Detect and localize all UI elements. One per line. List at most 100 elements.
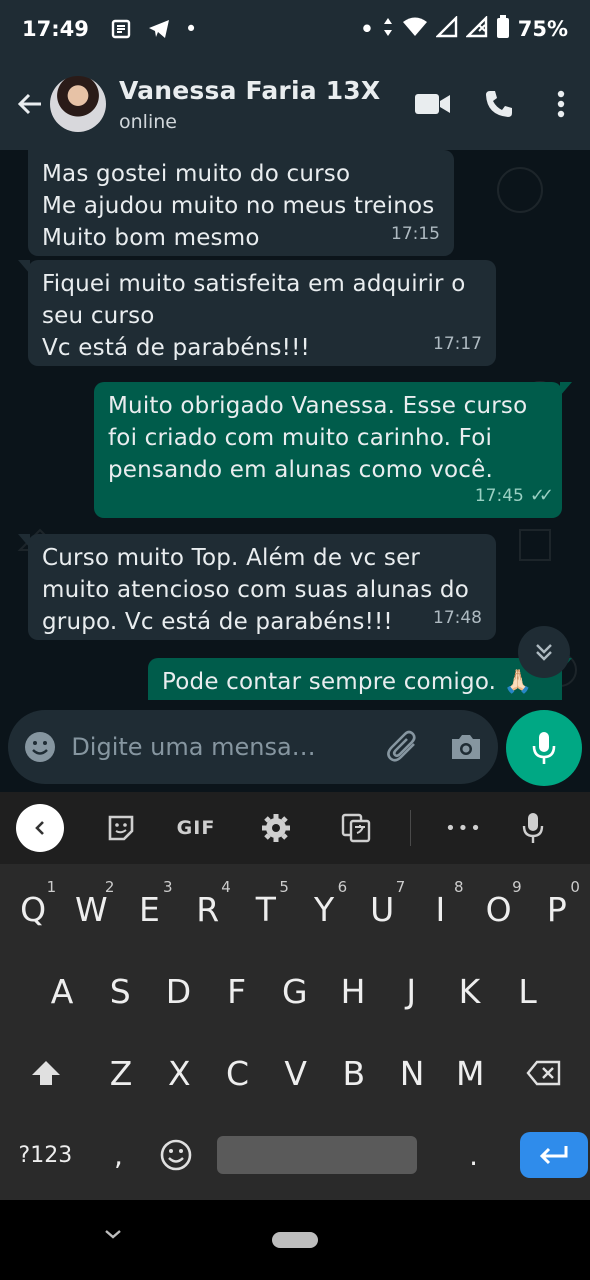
- emoji-key[interactable]: [146, 1138, 205, 1172]
- emoji-icon: [24, 732, 55, 762]
- period-key[interactable]: .: [428, 1139, 519, 1172]
- home-pill[interactable]: [272, 1232, 318, 1248]
- translate-button[interactable]: [316, 792, 396, 864]
- more-options-button[interactable]: •••: [425, 792, 503, 864]
- sticker-button[interactable]: [86, 792, 156, 864]
- message-text: Curso muito Top. Além de vc ser muito at…: [42, 545, 469, 635]
- voice-typing-button[interactable]: [503, 792, 563, 864]
- message-bubble-incoming[interactable]: Curso muito Top. Além de vc ser muito at…: [18, 534, 496, 640]
- key-p[interactable]: 0P: [528, 874, 586, 944]
- key-c[interactable]: C: [208, 1038, 266, 1108]
- back-button[interactable]: [6, 80, 54, 128]
- enter-key[interactable]: [519, 1132, 590, 1178]
- keyboard-toolbar: GIF •••: [0, 792, 590, 864]
- key-e[interactable]: 3E: [120, 874, 178, 944]
- key-u[interactable]: 7U: [353, 874, 411, 944]
- key-hint: 3: [163, 878, 173, 896]
- chat-area[interactable]: Mas gostei muito do curso Me ajudou muit…: [0, 150, 590, 710]
- double-check-icon: ✓✓: [529, 485, 554, 506]
- key-w[interactable]: 2W: [62, 874, 120, 944]
- key-g[interactable]: G: [266, 956, 324, 1026]
- camera-button[interactable]: [435, 712, 498, 782]
- message-input[interactable]: [71, 725, 372, 769]
- keyboard-row-1: 1Q2W3E4R5T6Y7U8I9O0P: [0, 874, 590, 944]
- double-chevron-down-icon: [536, 644, 552, 661]
- nav-back-chevron-icon[interactable]: [100, 1224, 126, 1244]
- key-hint: 6: [337, 878, 348, 896]
- arrow-left-icon: [17, 93, 41, 115]
- key-hint: 0: [570, 878, 580, 896]
- battery-level: 75%: [517, 17, 568, 41]
- key-hint: 2: [104, 878, 115, 896]
- key-r[interactable]: 4R: [179, 874, 237, 944]
- key-b[interactable]: B: [325, 1038, 383, 1108]
- key-hint: 1: [46, 878, 57, 896]
- message-bubble-incoming[interactable]: Fiquei muito satisfeita em adquirir o se…: [18, 260, 496, 366]
- phone-icon: [486, 91, 512, 117]
- key-t[interactable]: 5T: [237, 874, 295, 944]
- video-call-button[interactable]: [400, 74, 466, 134]
- key-h[interactable]: H: [324, 956, 382, 1026]
- key-hint: 8: [453, 878, 464, 896]
- message-meta: 17:48: [433, 602, 482, 634]
- signal-icon-2: [464, 14, 488, 43]
- camera-icon: [452, 735, 481, 759]
- keyboard-collapse-button[interactable]: [16, 804, 64, 852]
- scroll-to-bottom-button[interactable]: [518, 626, 570, 678]
- message-bubble-outgoing[interactable]: Muito obrigado Vanessa. Esse curso foi c…: [94, 382, 572, 518]
- key-z[interactable]: Z: [92, 1038, 150, 1108]
- key-m[interactable]: M: [441, 1038, 499, 1108]
- gear-icon: [262, 814, 290, 842]
- video-camera-icon: [415, 94, 450, 114]
- spacebar: [216, 1136, 417, 1174]
- key-d[interactable]: D: [149, 956, 207, 1026]
- menu-button[interactable]: [532, 74, 590, 134]
- emoji-button[interactable]: [8, 712, 71, 782]
- status-bar: 17:49 • • 75%: [0, 0, 590, 58]
- attach-button[interactable]: [371, 712, 434, 782]
- key-label: U: [370, 889, 395, 929]
- key-label: R: [196, 889, 220, 929]
- message-text: Muito obrigado Vanessa. Esse curso foi c…: [108, 393, 528, 483]
- key-l[interactable]: L: [499, 956, 557, 1026]
- key-q[interactable]: 1Q: [4, 874, 62, 944]
- message-text: Fiquei muito satisfeita em adquirir o se…: [42, 271, 466, 361]
- key-n[interactable]: N: [383, 1038, 441, 1108]
- spacebar-key[interactable]: [205, 1136, 428, 1174]
- key-a[interactable]: A: [33, 956, 91, 1026]
- key-y[interactable]: 6Y: [295, 874, 353, 944]
- contact-avatar[interactable]: [50, 76, 106, 132]
- key-v[interactable]: V: [267, 1038, 325, 1108]
- symbols-key[interactable]: ?123: [0, 1143, 91, 1168]
- key-j[interactable]: J: [382, 956, 440, 1026]
- message-time: 17:45: [474, 486, 524, 506]
- input-box: [8, 710, 498, 784]
- key-k[interactable]: K: [440, 956, 498, 1026]
- key-x[interactable]: X: [150, 1038, 208, 1108]
- bubble-tail: [560, 382, 572, 396]
- contact-info[interactable]: Vanessa Faria 13X online: [119, 76, 400, 133]
- message-bubble-incoming[interactable]: Mas gostei muito do curso Me ajudou muit…: [28, 150, 454, 256]
- key-i[interactable]: 8I: [411, 874, 469, 944]
- key-label: O: [485, 889, 512, 929]
- gif-button[interactable]: GIF: [156, 792, 236, 864]
- chat-header: Vanessa Faria 13X online: [0, 58, 590, 150]
- key-f[interactable]: F: [208, 956, 266, 1026]
- translate-icon: [341, 813, 371, 843]
- keyboard-settings-button[interactable]: [236, 792, 316, 864]
- key-label: W: [74, 889, 108, 929]
- key-hint: 7: [395, 878, 406, 896]
- backspace-key[interactable]: [499, 1038, 589, 1108]
- message-composer: [0, 700, 590, 792]
- voice-call-button[interactable]: [466, 74, 532, 134]
- key-hint: 9: [512, 878, 522, 896]
- key-label: I: [435, 889, 446, 929]
- voice-record-button[interactable]: [506, 710, 582, 786]
- system-nav-bar: [0, 1200, 590, 1280]
- key-s[interactable]: S: [91, 956, 149, 1026]
- key-o[interactable]: 9O: [470, 874, 528, 944]
- comma-key[interactable]: ,: [91, 1139, 146, 1172]
- shift-key[interactable]: [0, 1038, 92, 1108]
- telegram-icon: [147, 18, 171, 40]
- contact-name: Vanessa Faria 13X: [119, 75, 381, 105]
